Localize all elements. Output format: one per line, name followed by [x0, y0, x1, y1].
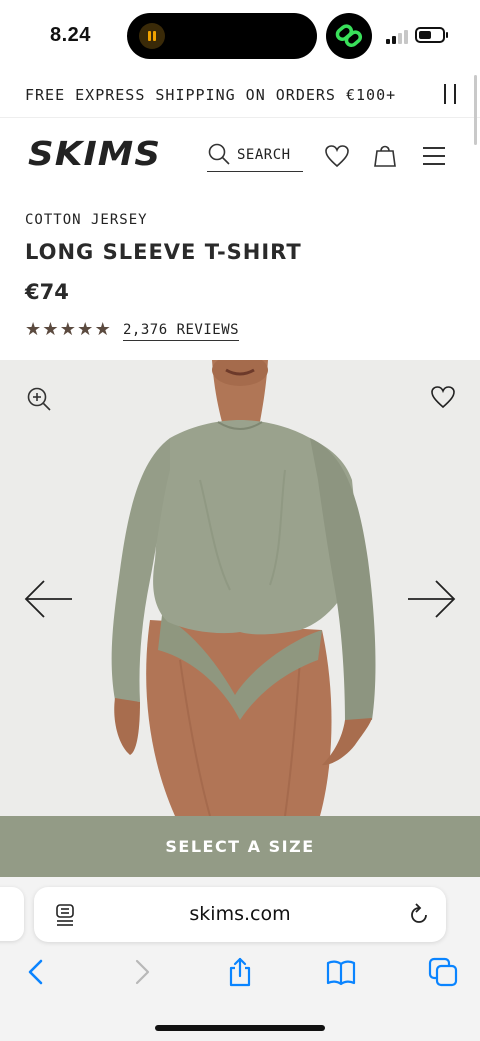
dynamic-island [127, 13, 317, 59]
share-icon[interactable] [225, 957, 255, 987]
url-text: skims.com [189, 903, 291, 925]
star-icon: ★ [42, 319, 59, 339]
site-header: SKIMS SEARCH [0, 118, 480, 196]
star-icon: ★ [25, 319, 42, 339]
announcement-text: FREE EXPRESS SHIPPING ON ORDERS €100+ [25, 86, 397, 104]
star-icon: ★ [94, 319, 111, 339]
star-icon: ★ [59, 319, 76, 339]
product-image-gallery[interactable] [0, 360, 480, 816]
previous-image-arrow-icon[interactable] [24, 579, 74, 619]
product-price: €74 [25, 280, 69, 304]
previous-tab-preview[interactable] [0, 887, 24, 941]
announcement-bar: FREE EXPRESS SHIPPING ON ORDERS €100+ [0, 72, 480, 118]
star-rating: ★ ★ ★ ★ ★ [25, 319, 112, 339]
bookmarks-icon[interactable] [326, 957, 356, 987]
product-title: LONG SLEEVE T-SHIRT [25, 240, 302, 264]
search-button[interactable]: SEARCH [207, 140, 303, 172]
status-bar: 8.24 [0, 0, 480, 72]
brand-logo[interactable]: SKIMS [28, 134, 161, 173]
product-category: COTTON JERSEY [25, 212, 148, 228]
zoom-in-icon[interactable] [26, 386, 52, 412]
tabs-icon[interactable] [428, 957, 458, 987]
reload-icon[interactable] [407, 903, 431, 927]
cellular-signal-icon [386, 30, 410, 44]
pause-icon[interactable] [442, 84, 458, 104]
home-indicator[interactable] [155, 1025, 325, 1031]
browser-toolbar: skims.com [0, 877, 480, 1041]
forward-icon[interactable] [126, 957, 156, 987]
status-time: 8.24 [50, 24, 91, 46]
shopping-bag-icon[interactable] [373, 142, 397, 168]
select-size-label: SELECT A SIZE [165, 837, 315, 856]
hamburger-menu-icon[interactable] [423, 147, 447, 165]
search-label: SEARCH [237, 147, 291, 163]
wishlist-heart-icon[interactable] [324, 144, 350, 168]
battery-icon [415, 27, 448, 43]
next-image-arrow-icon[interactable] [406, 579, 456, 619]
reviews-link[interactable]: 2,376 REVIEWS [123, 322, 240, 341]
star-icon: ★ [77, 319, 94, 339]
back-icon[interactable] [22, 957, 52, 987]
search-icon [208, 143, 230, 165]
add-to-wishlist-heart-icon[interactable] [430, 385, 456, 409]
address-bar[interactable]: skims.com [34, 887, 446, 942]
recording-indicator-icon [139, 23, 165, 49]
linked-app-icon [326, 13, 372, 59]
select-size-button[interactable]: SELECT A SIZE [0, 816, 480, 877]
